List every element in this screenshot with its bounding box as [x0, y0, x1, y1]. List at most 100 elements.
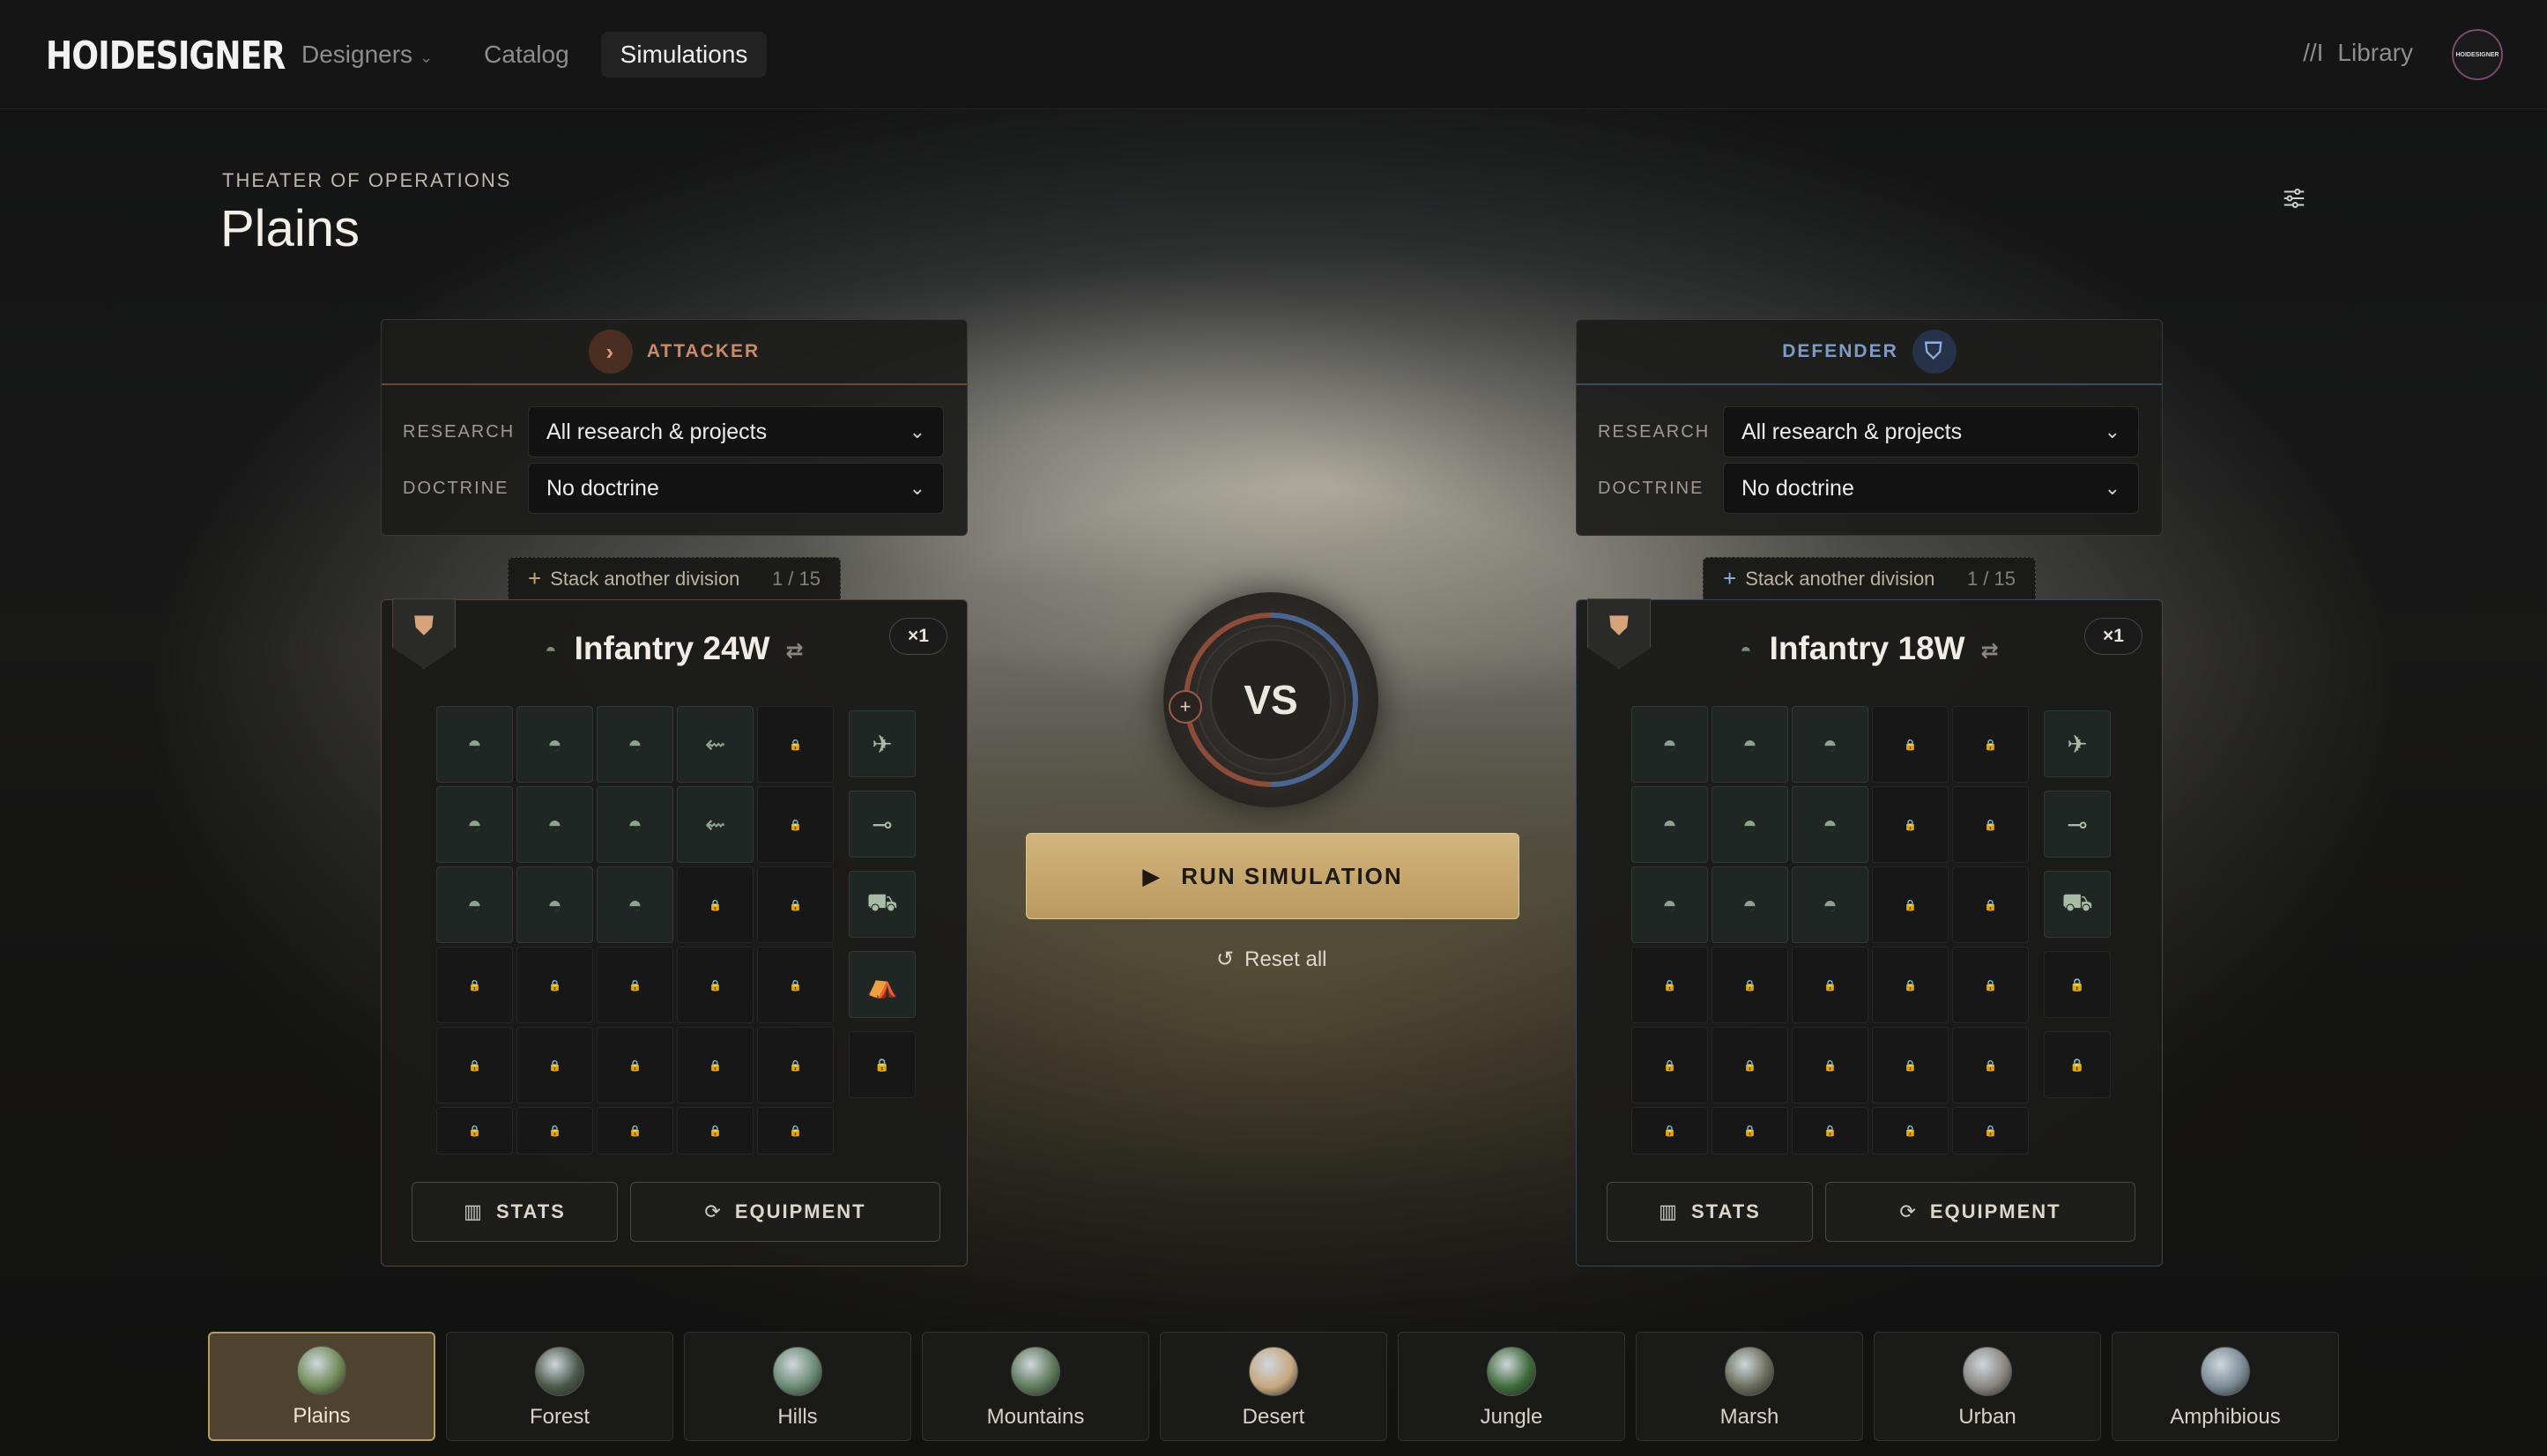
attacker-doctrine-select[interactable]: No doctrine ⌄: [528, 463, 944, 514]
battalion-slot-infantry[interactable]: ◓: [516, 786, 593, 863]
nav-catalog[interactable]: Catalog: [464, 32, 589, 78]
battalion-slot-empty[interactable]: 🔒: [1712, 1027, 1788, 1103]
battalion-slot-empty[interactable]: 🔒: [757, 706, 834, 783]
reset-all-button[interactable]: ↺ Reset all: [1216, 947, 1326, 972]
battalion-slot-infantry[interactable]: ◓: [1712, 786, 1788, 863]
terrain-item-mountains[interactable]: Mountains: [922, 1332, 1149, 1441]
attacker-research-select[interactable]: All research & projects ⌄: [528, 406, 944, 457]
support-slot-filled[interactable]: ⛺: [849, 951, 916, 1018]
support-slot-filled[interactable]: ⊸: [2044, 791, 2111, 858]
defender-research-select[interactable]: All research & projects ⌄: [1723, 406, 2139, 457]
battalion-slot-empty[interactable]: 🔒: [516, 1027, 593, 1103]
battalion-slot-infantry[interactable]: ◓: [436, 786, 513, 863]
battalion-slot-artillery[interactable]: ⇜: [677, 706, 754, 783]
battalion-slot-empty[interactable]: 🔒: [677, 1027, 754, 1103]
battalion-slot-empty[interactable]: 🔒: [597, 1107, 673, 1155]
battalion-slot-empty[interactable]: 🔒: [677, 866, 754, 943]
support-slot-filled[interactable]: ⛟: [849, 871, 916, 938]
battalion-slot-empty[interactable]: 🔒: [597, 947, 673, 1023]
battalion-slot-empty[interactable]: 🔒: [1872, 1107, 1949, 1155]
battalion-slot-empty[interactable]: 🔒: [1792, 1027, 1868, 1103]
battalion-slot-empty[interactable]: 🔒: [757, 1027, 834, 1103]
run-simulation-button[interactable]: ▶ RUN SIMULATION: [1026, 833, 1519, 919]
battalion-slot-infantry[interactable]: ◓: [597, 706, 673, 783]
battalion-slot-infantry[interactable]: ◓: [516, 706, 593, 783]
defender-doctrine-select[interactable]: No doctrine ⌄: [1723, 463, 2139, 514]
battalion-slot-infantry[interactable]: ◓: [1631, 866, 1708, 943]
filter-settings-icon[interactable]: [2281, 185, 2307, 212]
support-slot-filled[interactable]: ⊸: [849, 791, 916, 858]
defender-stack-division-button[interactable]: + Stack another division 1 / 15: [1703, 557, 2036, 599]
battalion-slot-infantry[interactable]: ◓: [516, 866, 593, 943]
battalion-slot-empty[interactable]: 🔒: [1952, 866, 2029, 943]
battalion-slot-empty[interactable]: 🔒: [516, 947, 593, 1023]
division-name[interactable]: Infantry 18W: [1770, 630, 1965, 666]
battalion-slot-infantry[interactable]: ◓: [1712, 866, 1788, 943]
swap-icon[interactable]: ⇄: [1981, 639, 1999, 663]
terrain-item-amphibious[interactable]: Amphibious: [2112, 1332, 2339, 1441]
battalion-slot-empty[interactable]: 🔒: [436, 947, 513, 1023]
battalion-slot-infantry[interactable]: ◓: [436, 866, 513, 943]
terrain-item-hills[interactable]: Hills: [684, 1332, 911, 1441]
attacker-stack-division-button[interactable]: + Stack another division 1 / 15: [508, 557, 841, 599]
app-logo[interactable]: HOIDESIGNER: [46, 33, 286, 78]
battalion-slot-empty[interactable]: 🔒: [436, 1027, 513, 1103]
battalion-slot-empty[interactable]: 🔒: [677, 947, 754, 1023]
support-slot-empty[interactable]: 🔒: [2044, 1031, 2111, 1098]
battalion-slot-empty[interactable]: 🔒: [1952, 786, 2029, 863]
stats-button[interactable]: ▥ STATS: [412, 1182, 618, 1242]
battalion-slot-empty[interactable]: 🔒: [1712, 947, 1788, 1023]
battalion-slot-infantry[interactable]: ◓: [1631, 786, 1708, 863]
battalion-slot-empty[interactable]: 🔒: [1792, 947, 1868, 1023]
battalion-slot-empty[interactable]: 🔒: [1792, 1107, 1868, 1155]
division-name[interactable]: Infantry 24W: [575, 630, 770, 666]
battalion-slot-empty[interactable]: 🔒: [436, 1107, 513, 1155]
equipment-button[interactable]: ⟳ EQUIPMENT: [630, 1182, 940, 1242]
battalion-slot-empty[interactable]: 🔒: [677, 1107, 754, 1155]
terrain-item-urban[interactable]: Urban: [1874, 1332, 2101, 1441]
terrain-item-marsh[interactable]: Marsh: [1636, 1332, 1863, 1441]
battalion-slot-artillery[interactable]: ⇜: [677, 786, 754, 863]
nav-simulations[interactable]: Simulations: [600, 32, 768, 78]
support-slot-filled[interactable]: ✈: [849, 710, 916, 777]
avatar[interactable]: HOIDESIGNER: [2452, 29, 2503, 80]
multiplier-badge[interactable]: ×1: [2084, 618, 2142, 655]
battalion-slot-empty[interactable]: 🔒: [757, 947, 834, 1023]
battalion-slot-empty[interactable]: 🔒: [1631, 947, 1708, 1023]
library-link[interactable]: //I Library: [2303, 39, 2413, 67]
terrain-item-jungle[interactable]: Jungle: [1398, 1332, 1625, 1441]
battalion-slot-empty[interactable]: 🔒: [516, 1107, 593, 1155]
battalion-slot-empty[interactable]: 🔒: [1631, 1107, 1708, 1155]
battalion-slot-empty[interactable]: 🔒: [757, 866, 834, 943]
battalion-slot-empty[interactable]: 🔒: [1952, 1107, 2029, 1155]
battalion-slot-infantry[interactable]: ◓: [1792, 706, 1868, 783]
battalion-slot-empty[interactable]: 🔒: [1712, 1107, 1788, 1155]
battalion-slot-empty[interactable]: 🔒: [757, 1107, 834, 1155]
battalion-slot-empty[interactable]: 🔒: [1872, 866, 1949, 943]
support-slot-filled[interactable]: ✈: [2044, 710, 2111, 777]
terrain-item-forest[interactable]: Forest: [446, 1332, 673, 1441]
swap-icon[interactable]: ⇄: [786, 639, 804, 663]
terrain-item-desert[interactable]: Desert: [1160, 1332, 1387, 1441]
battalion-slot-infantry[interactable]: ◓: [436, 706, 513, 783]
equipment-button[interactable]: ⟳ EQUIPMENT: [1825, 1182, 2135, 1242]
battalion-slot-empty[interactable]: 🔒: [1952, 1027, 2029, 1103]
battalion-slot-infantry[interactable]: ◓: [597, 866, 673, 943]
battalion-slot-infantry[interactable]: ◓: [1631, 706, 1708, 783]
support-slot-empty[interactable]: 🔒: [849, 1031, 916, 1098]
battalion-slot-empty[interactable]: 🔒: [757, 786, 834, 863]
battalion-slot-infantry[interactable]: ◓: [1792, 786, 1868, 863]
battalion-slot-empty[interactable]: 🔒: [1872, 947, 1949, 1023]
battalion-slot-empty[interactable]: 🔒: [597, 1027, 673, 1103]
multiplier-badge[interactable]: ×1: [889, 618, 947, 655]
terrain-item-plains[interactable]: Plains: [208, 1332, 435, 1441]
stats-button[interactable]: ▥ STATS: [1607, 1182, 1813, 1242]
battalion-slot-empty[interactable]: 🔒: [1952, 947, 2029, 1023]
support-slot-empty[interactable]: 🔒: [2044, 951, 2111, 1018]
add-icon[interactable]: +: [1169, 690, 1202, 724]
battalion-slot-infantry[interactable]: ◓: [1712, 706, 1788, 783]
nav-designers[interactable]: Designers ⌄: [282, 32, 452, 78]
battalion-slot-empty[interactable]: 🔒: [1631, 1027, 1708, 1103]
battalion-slot-empty[interactable]: 🔒: [1872, 786, 1949, 863]
battalion-slot-infantry[interactable]: ◓: [597, 786, 673, 863]
